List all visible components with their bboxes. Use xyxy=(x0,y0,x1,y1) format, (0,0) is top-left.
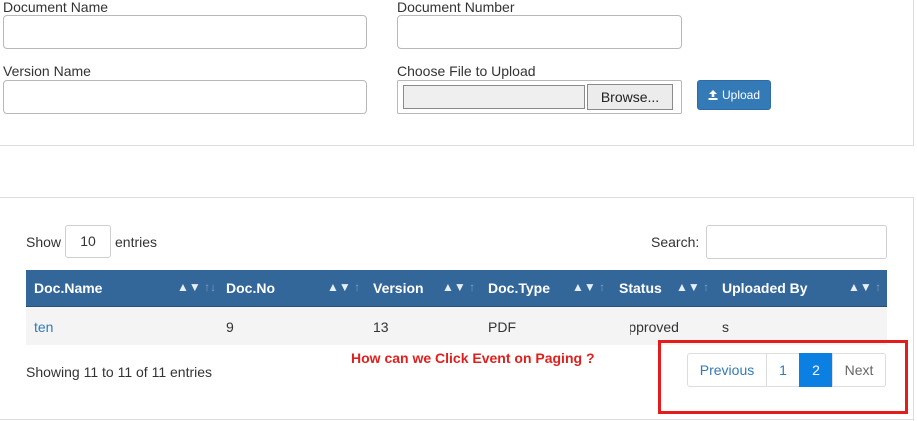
annotation-text: How can we Click Event on Paging ? xyxy=(351,350,595,366)
pagination-page-2[interactable]: 2 xyxy=(799,353,833,387)
file-upload-field[interactable]: Browse... xyxy=(397,80,682,114)
version-name-label: Version Name xyxy=(3,63,91,79)
table-header: Doc.Name ▲▼ ↑↓ Doc.No ▲▼ ↑ Version ▲▼ ↑ … xyxy=(26,270,887,307)
table-panel-top-border xyxy=(0,197,914,198)
pagination-page-1[interactable]: 1 xyxy=(766,353,800,387)
sort-arrows-icon[interactable]: ▲▼ ↑ xyxy=(848,270,881,306)
browse-button[interactable]: Browse... xyxy=(587,84,673,110)
search-input[interactable] xyxy=(706,225,887,259)
sort-arrows-icon[interactable]: ▲▼ ↑ xyxy=(327,270,360,306)
table-panel-right-border xyxy=(913,197,914,421)
column-header-doc-name[interactable]: Doc.Name xyxy=(34,270,102,306)
pagination: Previous 1 2 Next xyxy=(687,353,886,387)
entries-label: entries xyxy=(115,234,158,250)
cell-doc-no: 9 xyxy=(226,319,234,335)
page-length-select[interactable]: 10 xyxy=(65,225,111,258)
form-panel-bottom-border xyxy=(0,145,914,146)
column-header-doc-type[interactable]: Doc.Type xyxy=(488,270,550,306)
cell-doc-type: PDF xyxy=(488,319,516,335)
file-name-display xyxy=(403,85,585,109)
show-label: Show xyxy=(26,234,62,250)
upload-icon xyxy=(708,90,718,100)
form-panel-right-border xyxy=(913,0,914,146)
pagination-previous-button[interactable]: Previous xyxy=(687,353,767,387)
document-number-label: Document Number xyxy=(397,0,515,15)
version-name-input[interactable] xyxy=(3,80,367,114)
cell-version: 13 xyxy=(373,319,389,335)
redaction-mask xyxy=(734,315,774,339)
column-header-uploaded-by[interactable]: Uploaded By xyxy=(722,270,808,306)
sort-arrows-icon[interactable]: ▲▼ ↑ xyxy=(442,270,475,306)
column-header-version[interactable]: Version xyxy=(373,270,424,306)
cell-doc-name-link[interactable]: ten xyxy=(34,307,53,345)
document-name-label: Document Name xyxy=(3,0,109,15)
pagination-next-button[interactable]: Next xyxy=(832,353,886,387)
upload-label: Upload xyxy=(721,88,761,102)
sort-arrows-icon[interactable]: ▲▼ ↑ xyxy=(572,270,605,306)
column-header-status[interactable]: Status xyxy=(619,270,662,306)
redaction-mask xyxy=(616,315,630,339)
column-header-doc-no[interactable]: Doc.No xyxy=(226,270,275,306)
table-panel-bottom-border xyxy=(0,419,914,420)
table-info: Showing 11 to 11 of 11 entries xyxy=(26,364,213,380)
sort-arrows-icon[interactable]: ▲▼ ↑↓ xyxy=(177,270,216,306)
document-number-input[interactable] xyxy=(397,15,682,49)
document-name-input[interactable] xyxy=(3,15,367,49)
search-label: Search: xyxy=(651,234,700,250)
upload-button[interactable]: Upload xyxy=(697,80,771,110)
sort-arrows-icon[interactable]: ▲▼ ↑ xyxy=(676,270,709,306)
choose-file-label: Choose File to Upload xyxy=(397,63,536,79)
